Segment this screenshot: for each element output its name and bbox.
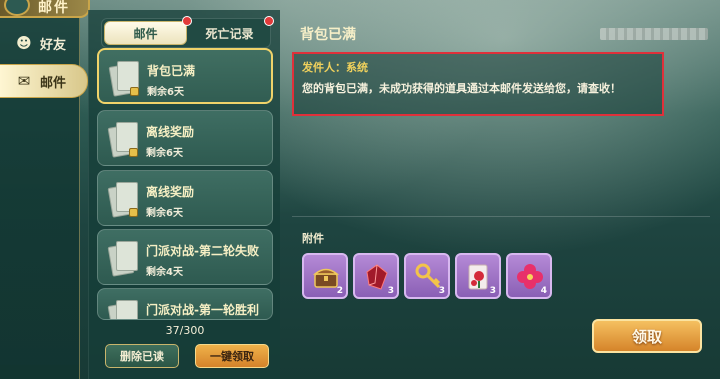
mail-paper-icon — [107, 239, 140, 277]
attachment-quantity: 2 — [336, 286, 343, 296]
delete-read-button[interactable]: 删除已读 — [105, 344, 179, 368]
divider — [292, 216, 710, 217]
mail-remaining: 剩余6天 — [147, 87, 184, 98]
mail-item[interactable]: 背包已满 剩余6天 — [97, 48, 273, 104]
attachment-slot[interactable]: 3 — [353, 253, 399, 299]
mail-detail-title: 背包已满 — [300, 27, 356, 43]
attachment-quantity: 3 — [438, 286, 445, 296]
mail-item[interactable]: 离线奖励 剩余6天 — [97, 170, 273, 226]
lock-icon — [130, 87, 139, 96]
mail-title: 门派对战-第一轮胜利 — [146, 303, 259, 317]
left-nav: ☻ 好友 ✉ 邮件 — [0, 18, 88, 379]
tab-label: 死亡记录 — [205, 26, 254, 41]
lock-icon — [129, 148, 138, 157]
tab-label: 邮件 — [133, 26, 158, 41]
attachment-slot[interactable]: 4 — [506, 253, 552, 299]
attachment-slot[interactable]: 2 — [302, 253, 348, 299]
friends-icon: ☻ — [16, 34, 32, 52]
attachment-quantity: 4 — [540, 286, 547, 296]
mail-title: 背包已满 — [147, 64, 196, 78]
attachments-label: 附件 — [302, 232, 324, 245]
nav-item-friends[interactable]: ☻ 好友 — [0, 26, 80, 60]
window-title: 邮件 — [38, 0, 70, 16]
mail-title: 门派对战-第二轮失败 — [146, 244, 259, 258]
attachment-slot[interactable]: 3 — [404, 253, 450, 299]
notification-dot — [264, 16, 274, 26]
claim-button[interactable]: 领取 — [592, 319, 702, 353]
mail-remaining: 剩余6天 — [146, 148, 183, 159]
nav-item-label: 邮件 — [40, 75, 67, 91]
attachment-quantity: 3 — [387, 286, 394, 296]
mail-item[interactable]: 门派对战-第一轮胜利 — [97, 288, 273, 320]
lock-icon — [129, 208, 138, 217]
mail-count: 37/300 — [165, 324, 205, 337]
mail-remaining: 剩余6天 — [146, 208, 183, 219]
window-header: 邮件 — [0, 0, 90, 18]
mail-date-obscured — [600, 28, 708, 40]
attachment-slot[interactable]: 3 — [455, 253, 501, 299]
mail-item[interactable]: 门派对战-第二轮失败 剩余4天 — [97, 229, 273, 285]
mail-item[interactable]: 离线奖励 剩余6天 — [97, 110, 273, 166]
mail-title: 离线奖励 — [146, 125, 195, 139]
nav-item-mail[interactable]: ✉ 邮件 — [0, 64, 88, 98]
header-emblem-icon — [4, 0, 30, 16]
tab-mail[interactable]: 邮件 — [104, 21, 187, 45]
mail-paper-icon — [107, 298, 140, 319]
mail-title: 离线奖励 — [146, 185, 195, 199]
mail-body: 您的背包已满，未成功获得的道具通过本邮件发送给您，请查收！ — [302, 82, 621, 95]
notification-dot — [182, 16, 192, 26]
mail-sender: 发件人：系统 — [302, 61, 368, 74]
mail-icon: ✉ — [17, 72, 31, 90]
attachment-quantity: 3 — [489, 286, 496, 296]
mail-list-panel: 邮件 死亡记录 背包已满 剩余6天 离线奖励 剩余6天 离线奖励 剩余6天 门派… — [88, 10, 280, 379]
tab-death-record[interactable]: 死亡记录 — [189, 19, 270, 47]
mail-content-box: 发件人：系统 您的背包已满，未成功获得的道具通过本邮件发送给您，请查收！ — [292, 52, 664, 116]
claim-all-button[interactable]: 一键领取 — [195, 344, 269, 368]
nav-item-label: 好友 — [40, 37, 67, 53]
mail-remaining: 剩余4天 — [146, 267, 183, 278]
